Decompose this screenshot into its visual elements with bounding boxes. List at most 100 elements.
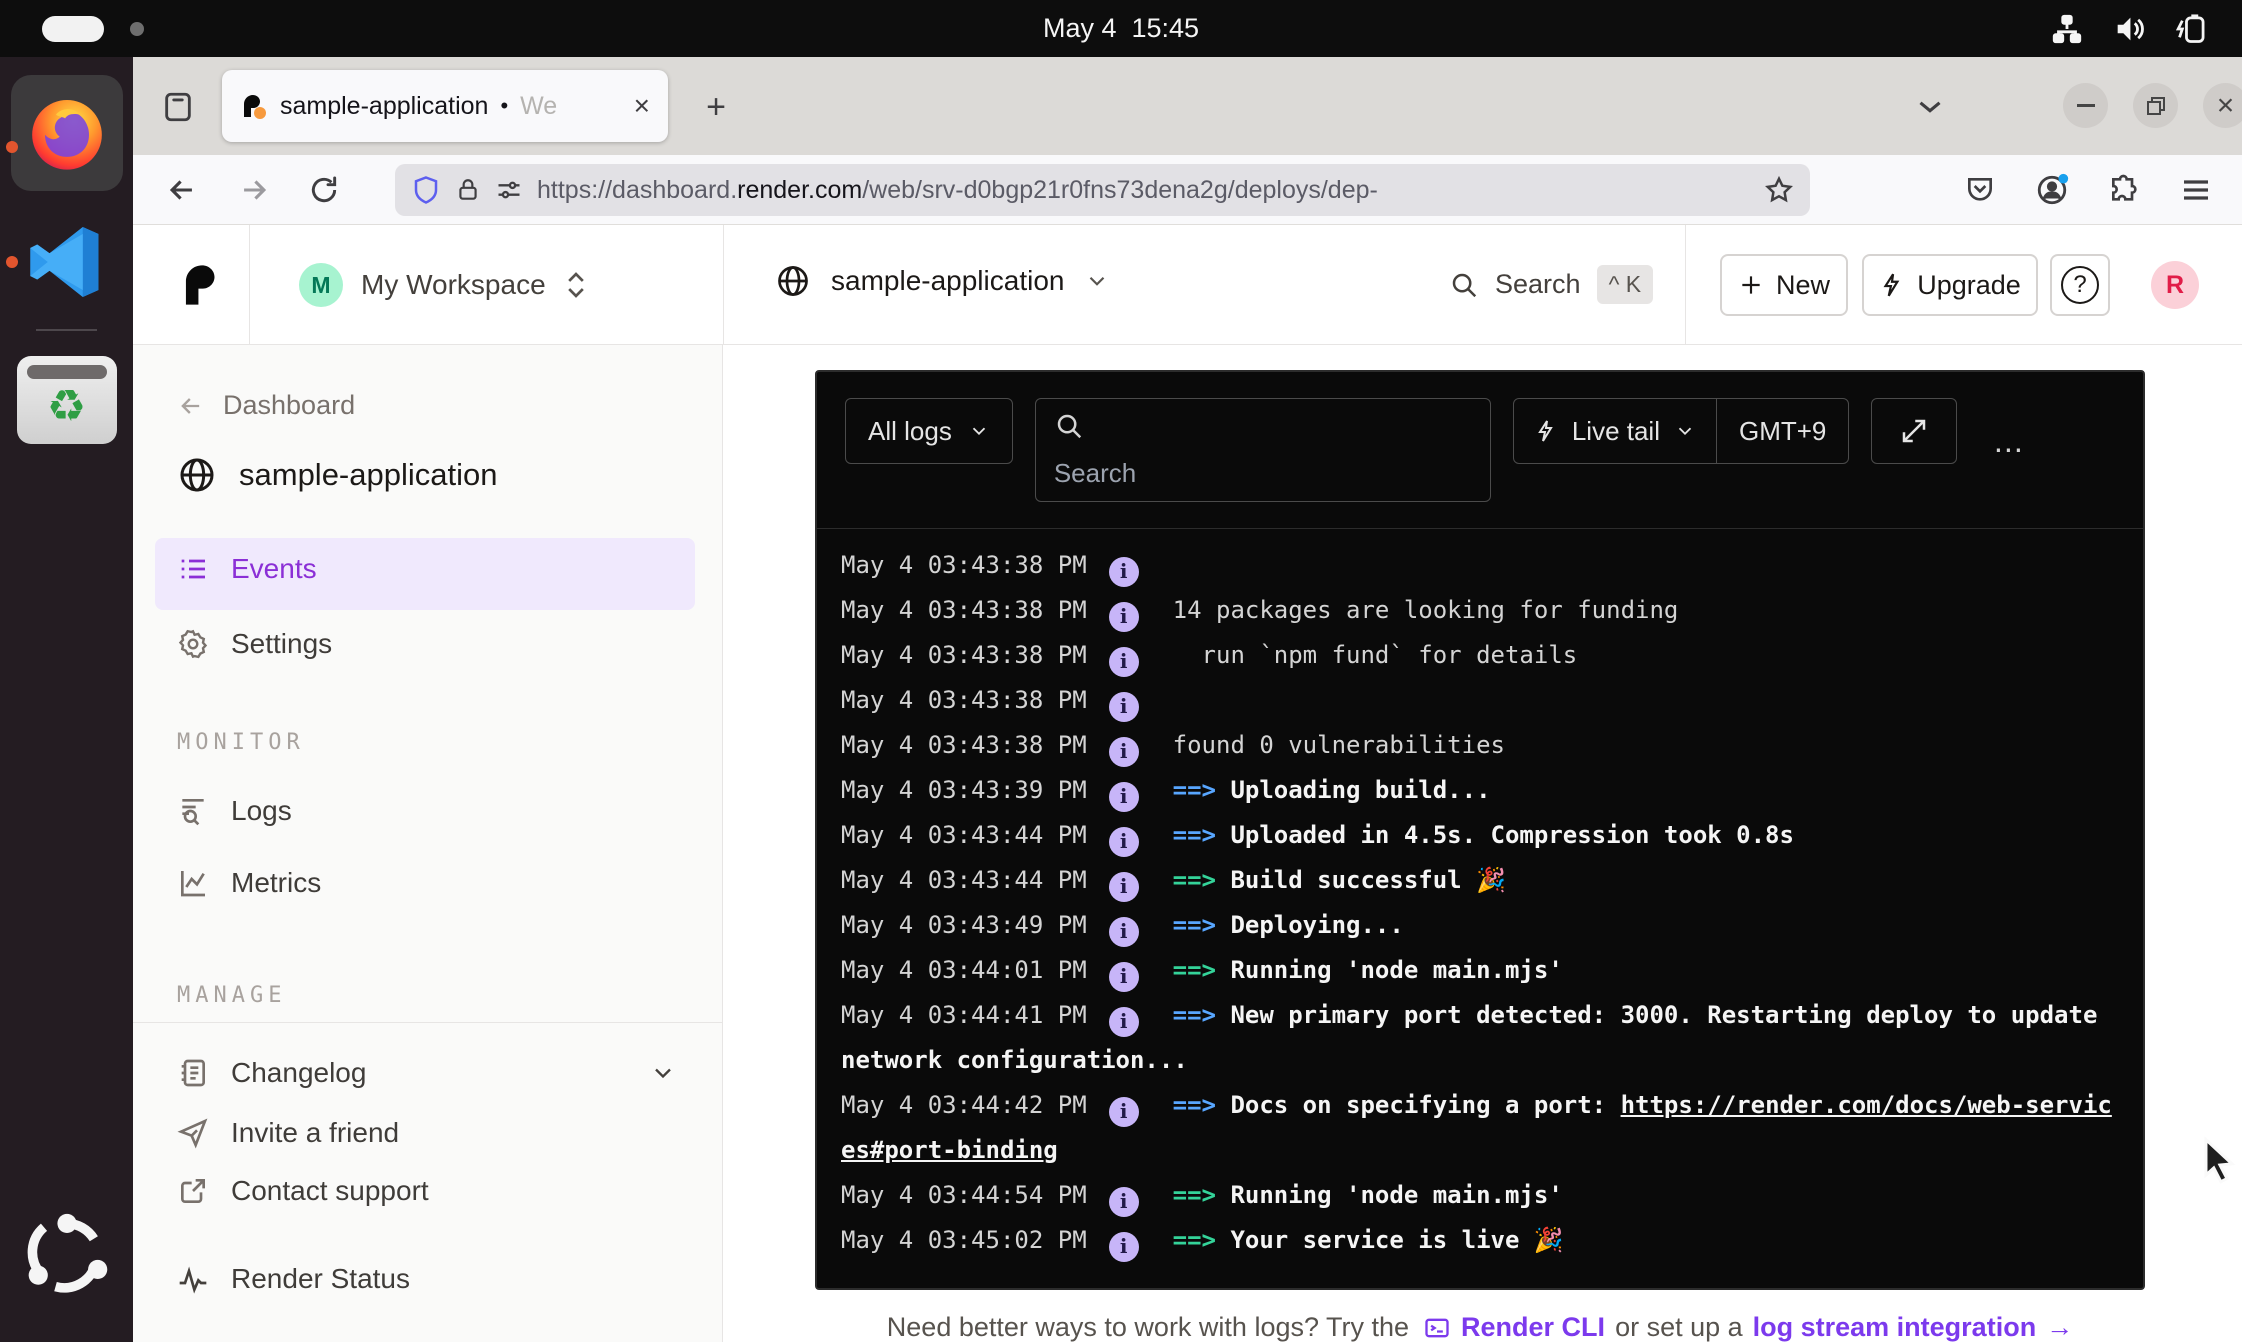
- system-clock[interactable]: May 4 15:45: [0, 0, 2242, 57]
- metrics-icon: [177, 867, 209, 899]
- back-icon[interactable]: [161, 169, 203, 211]
- timezone-button[interactable]: GMT+9: [1716, 399, 1848, 463]
- log-row: May 4 03:43:38 PMifound 0 vulnerabilitie…: [841, 723, 2119, 768]
- search-shortcut-kbd: ^ K: [1597, 265, 1654, 304]
- network-icon[interactable]: [2050, 12, 2084, 46]
- lock-icon[interactable]: [455, 177, 481, 203]
- tab-title-truncated: We: [520, 92, 564, 121]
- workspace-switcher[interactable]: M My Workspace: [299, 263, 588, 307]
- expand-logs-button[interactable]: [1871, 398, 1957, 464]
- new-button[interactable]: New: [1720, 254, 1848, 316]
- extensions-icon[interactable]: [2103, 169, 2145, 211]
- tab-close-icon[interactable]: ×: [634, 92, 650, 120]
- live-tail-button[interactable]: Live tail: [1514, 399, 1716, 463]
- log-timestamp: May 4 03:43:38 PM: [841, 551, 1087, 579]
- dock: ♻: [0, 57, 133, 1342]
- live-tail-group: Live tail GMT+9: [1513, 398, 1850, 464]
- forward-icon[interactable]: [233, 169, 275, 211]
- trash-icon: ♻: [17, 356, 117, 444]
- globe-icon: [775, 263, 811, 299]
- log-timestamp: May 4 03:45:02 PM: [841, 1226, 1087, 1254]
- log-toolbar: All logs Search Live tai: [817, 372, 2143, 529]
- log-stream-link[interactable]: log stream integration: [1753, 1312, 2037, 1343]
- volume-icon[interactable]: [2112, 12, 2146, 46]
- log-timestamp: May 4 03:44:54 PM: [841, 1181, 1087, 1209]
- sidebar-item-contact-support[interactable]: Contact support: [177, 1175, 429, 1207]
- header-divider-right: [1685, 225, 1686, 344]
- log-arrow: ==>: [1173, 776, 1231, 804]
- sidebar-item-logs[interactable]: Logs: [177, 795, 292, 827]
- window-minimize-button[interactable]: [2063, 83, 2108, 128]
- account-icon[interactable]: [2031, 169, 2073, 211]
- log-message: Your service is live 🎉: [1230, 1226, 1563, 1254]
- log-more-button[interactable]: ⋯: [1993, 433, 2025, 468]
- log-row: May 4 03:44:01 PMi==> Running 'node main…: [841, 948, 2119, 993]
- render-favicon: [240, 92, 268, 120]
- sidebar-back-dashboard[interactable]: Dashboard: [177, 390, 355, 421]
- log-timestamp: May 4 03:44:41 PM: [841, 1001, 1087, 1029]
- user-avatar[interactable]: R: [2151, 261, 2199, 309]
- window-maximize-button[interactable]: [2133, 83, 2178, 128]
- status-pulse-icon: [177, 1263, 209, 1295]
- new-tab-button[interactable]: +: [693, 84, 739, 130]
- sidebar-item-render-status[interactable]: Render Status: [177, 1263, 410, 1295]
- sidebar-item-settings[interactable]: Settings: [177, 628, 332, 660]
- sidebar: Dashboard sample-application Events: [133, 345, 723, 1342]
- gear-icon: [177, 628, 209, 660]
- sidebar-item-changelog[interactable]: Changelog: [177, 1057, 677, 1089]
- workspace-name: My Workspace: [361, 269, 546, 301]
- service-breadcrumb[interactable]: sample-application: [775, 263, 1110, 299]
- log-row: May 4 03:43:38 PMi run `npm fund` for de…: [841, 633, 2119, 678]
- firefox-view-icon[interactable]: [155, 84, 201, 130]
- info-icon: i: [1109, 557, 1139, 587]
- sidebar-divider: [133, 1022, 722, 1023]
- info-icon: i: [1109, 827, 1139, 857]
- log-message: Uploaded in 4.5s. Compression took 0.8s: [1230, 821, 1794, 849]
- log-arrow: ==>: [1173, 1001, 1231, 1029]
- ubuntu-logo-icon: [21, 1210, 113, 1302]
- back-label: Dashboard: [223, 390, 355, 421]
- chevron-down-icon: [968, 420, 990, 442]
- list-tabs-chevron-icon[interactable]: [1911, 87, 1949, 125]
- browser-window: sample-application • We × + ×: [133, 57, 2242, 1342]
- sidebar-item-invite[interactable]: Invite a friend: [177, 1117, 399, 1149]
- help-button[interactable]: ?: [2050, 254, 2110, 316]
- render-dashboard-page: M My Workspace sample-application Search: [133, 225, 2242, 1342]
- dock-vscode[interactable]: [0, 220, 133, 304]
- log-timestamp: May 4 03:43:38 PM: [841, 641, 1087, 669]
- window-close-button[interactable]: ×: [2203, 83, 2242, 128]
- battery-charging-icon[interactable]: [2174, 12, 2210, 46]
- sidebar-item-events[interactable]: Events: [177, 553, 317, 585]
- firefox-running-dot: [6, 141, 18, 153]
- plus-icon: [1738, 272, 1764, 298]
- search-icon: [1449, 270, 1479, 300]
- log-timestamp: May 4 03:44:42 PM: [841, 1091, 1087, 1119]
- pocket-icon[interactable]: [1959, 169, 2001, 211]
- bookmark-star-icon[interactable]: [1764, 175, 1794, 205]
- reload-icon[interactable]: [303, 169, 345, 211]
- menu-icon[interactable]: [2175, 169, 2217, 211]
- render-cli-link[interactable]: Render CLI: [1461, 1312, 1605, 1343]
- log-search-input[interactable]: Search: [1035, 398, 1491, 502]
- log-filter-dropdown[interactable]: All logs: [845, 398, 1013, 464]
- global-search[interactable]: Search ^ K: [1449, 265, 1653, 304]
- dock-firefox[interactable]: [0, 75, 133, 191]
- render-logo[interactable]: [177, 259, 227, 311]
- permissions-icon[interactable]: [495, 176, 523, 204]
- upgrade-button[interactable]: Upgrade: [1862, 254, 2038, 316]
- log-search-placeholder: Search: [1054, 458, 1472, 489]
- service-name: sample-application: [831, 265, 1064, 297]
- tab-sample-application[interactable]: sample-application • We ×: [222, 70, 668, 142]
- logs-icon: [177, 795, 209, 827]
- log-rows[interactable]: May 4 03:43:38 PMiMay 4 03:43:38 PMi14 p…: [817, 529, 2143, 1288]
- tracking-shield-icon[interactable]: [411, 175, 441, 205]
- dock-ubuntu[interactable]: [0, 1210, 133, 1302]
- log-row: May 4 03:43:44 PMi==> Uploaded in 4.5s. …: [841, 813, 2119, 858]
- mouse-cursor: [2196, 1136, 2242, 1188]
- log-row: May 4 03:44:41 PMi==> New primary port d…: [841, 993, 2119, 1083]
- log-message: Deploying...: [1230, 911, 1403, 939]
- dock-trash[interactable]: ♻: [0, 356, 133, 444]
- url-text[interactable]: https://dashboard.render.com/web/srv-d0b…: [537, 176, 1750, 205]
- url-bar[interactable]: https://dashboard.render.com/web/srv-d0b…: [395, 164, 1810, 216]
- sidebar-item-metrics[interactable]: Metrics: [177, 867, 321, 899]
